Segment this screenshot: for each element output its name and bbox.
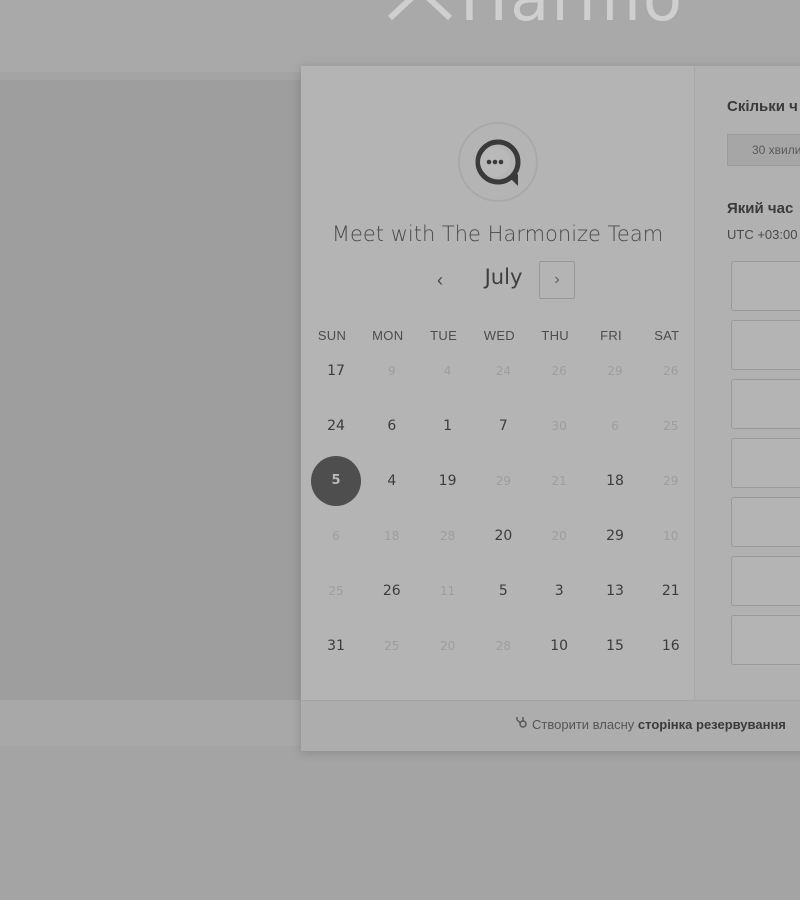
calendar-day: 25 (328, 584, 344, 598)
calendar-day: 6 (332, 529, 340, 543)
time-slot-button[interactable] (731, 379, 800, 429)
calendar-day: 20 (439, 639, 456, 653)
time-slot-button[interactable] (731, 615, 800, 665)
calendar-day: 28 (495, 639, 512, 653)
weekday-0: SUN (317, 328, 347, 343)
weekday-4: THU (541, 328, 569, 343)
background-logo: Harmo (380, 0, 684, 36)
calendar-day[interactable]: 24 (311, 401, 361, 451)
calendar-day: 20 (551, 529, 567, 543)
calendar-day[interactable]: 21 (646, 566, 696, 616)
hubspot-sprocket-icon (516, 715, 528, 732)
background-logo-text: Harmo (460, 0, 684, 36)
timezone-label[interactable]: UTC +03:00 (727, 227, 797, 242)
calendar-day[interactable]: 17 (311, 346, 361, 396)
calendar-day: 29 (663, 474, 679, 488)
calendar-day[interactable]: 7 (478, 401, 528, 451)
next-month-button[interactable]: › (539, 261, 575, 299)
calendar-day: 25 (384, 639, 400, 653)
calendar-day: 18 (384, 529, 400, 543)
meeting-title: Meet with The Harmonize Team (331, 222, 664, 246)
weekday-6: SAT (654, 328, 680, 343)
calendar-day: 11 (439, 584, 456, 598)
calendar-day[interactable]: 18 (590, 456, 640, 506)
calendar-day[interactable]: 5 (478, 566, 528, 616)
calendar-day[interactable]: 6 (367, 401, 417, 451)
weekday-3: WED (483, 328, 515, 343)
footer-text-prefix: Створити власну (532, 717, 635, 732)
weekday-5: FRI (600, 328, 622, 343)
calendar-day[interactable]: 10 (534, 621, 584, 671)
calendar-day: 29 (607, 364, 623, 378)
calendar-day: 4 (443, 364, 452, 378)
calendar-day: 26 (551, 364, 567, 378)
calendar-day[interactable]: 31 (311, 621, 361, 671)
weekday-2: TUE (430, 328, 458, 343)
time-slot-button[interactable] (731, 438, 800, 488)
footer-text-bold: сторінка резервування (637, 717, 786, 732)
chat-bubble-icon (475, 139, 521, 186)
avatar (458, 122, 538, 202)
calendar-day: 6 (611, 419, 619, 433)
weekday-header: SUN MON TUE WED THU FRI SAT (301, 328, 694, 348)
calendar-panel: Meet with The Harmonize Team ‹ July › SU… (301, 66, 694, 700)
weekday-1: MON (372, 328, 404, 343)
calendar-day: 30 (551, 419, 567, 433)
duration-option-button[interactable]: 30 хвили (727, 134, 800, 166)
calendar-day[interactable]: 16 (646, 621, 696, 671)
month-label: July (484, 265, 523, 289)
time-slot-button[interactable] (731, 261, 800, 311)
logo-mark-icon (380, 0, 460, 21)
calendar-day[interactable]: 19 (423, 456, 473, 506)
calendar-day: 25 (663, 419, 679, 433)
calendar-day[interactable]: 29 (590, 511, 640, 561)
calendar-day: 10 (663, 529, 679, 543)
calendar-day[interactable]: 1 (423, 401, 473, 451)
calendar-day[interactable]: 26 (367, 566, 417, 616)
create-booking-page-link[interactable]: Створити власну сторінка резервування (516, 715, 786, 732)
background-content (0, 80, 300, 710)
time-slot-button[interactable] (731, 556, 800, 606)
calendar-day: 9 (387, 364, 396, 378)
calendar-day: 28 (439, 529, 456, 543)
calendar-day[interactable]: 4 (367, 456, 417, 506)
calendar-day[interactable]: 20 (478, 511, 528, 561)
calendar-day: 29 (495, 474, 512, 488)
previous-month-button[interactable]: ‹ (428, 266, 452, 294)
calendar-day[interactable]: 3 (534, 566, 584, 616)
modal-footer: Створити власну сторінка резервування (301, 700, 800, 751)
time-question: Який час (727, 200, 794, 217)
calendar-day[interactable]: 15 (590, 621, 640, 671)
time-panel: Скільки ч 30 хвили Який час UTC +03:00 (694, 66, 800, 700)
calendar-day: 24 (495, 364, 512, 378)
calendar-day: 26 (663, 364, 679, 378)
calendar-day[interactable]: 13 (590, 566, 640, 616)
selected-date[interactable]: 5 (311, 456, 361, 506)
duration-question: Скільки ч (727, 98, 798, 115)
calendar-day: 21 (551, 474, 567, 488)
month-navigation: ‹ July › (301, 260, 694, 302)
booking-modal: Meet with The Harmonize Team ‹ July › SU… (301, 66, 800, 751)
time-slot-button[interactable] (731, 320, 800, 370)
time-slot-button[interactable] (731, 497, 800, 547)
